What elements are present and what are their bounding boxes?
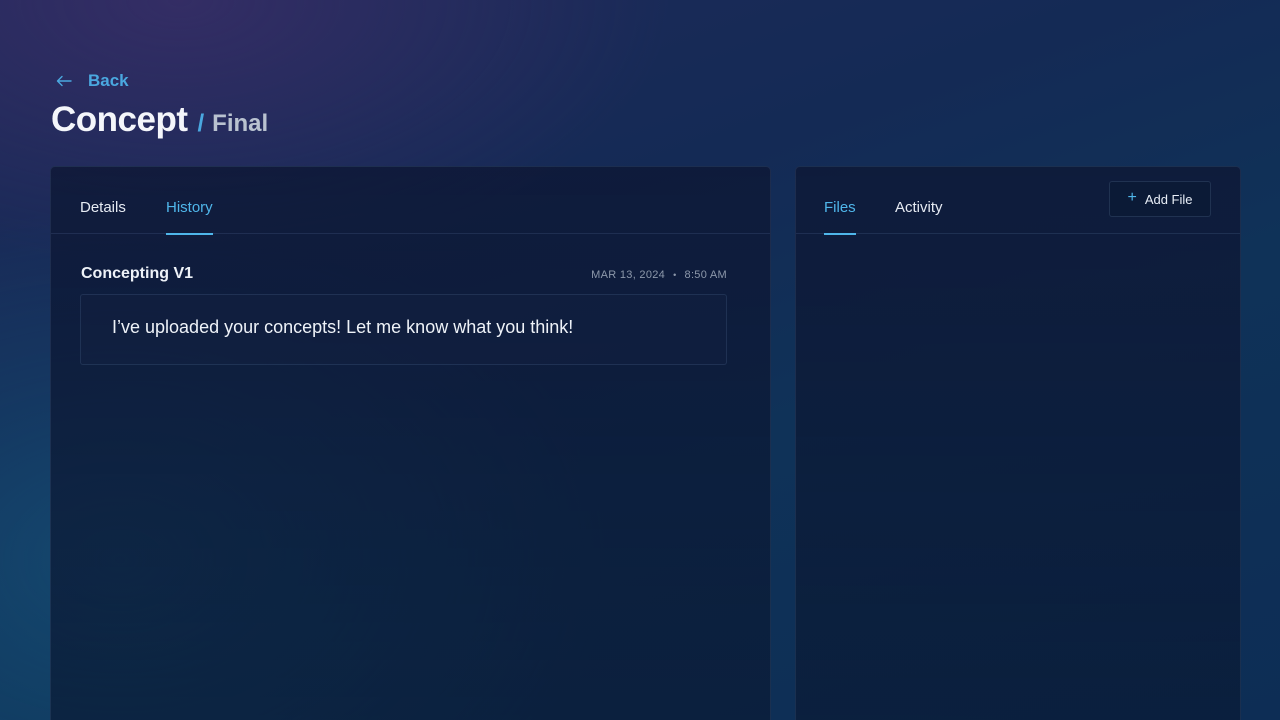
left-tab-bar: Details History (51, 167, 770, 235)
history-entry-date: MAR 13, 2024 (591, 269, 666, 281)
right-tab-bar: Files Activity + Add File (796, 167, 1240, 235)
history-entry-timestamp: MAR 13, 2024 • 8:50 AM (591, 269, 727, 281)
history-panel: Details History Concepting V1 MAR 13, 20… (50, 166, 771, 720)
back-label: Back (88, 71, 129, 90)
page-title: Concept / Final (51, 100, 268, 140)
page-title-main: Concept (51, 100, 188, 139)
title-separator: / (197, 110, 205, 137)
tab-files[interactable]: Files (824, 199, 856, 235)
add-file-label: Add File (1144, 191, 1193, 207)
files-panel: Files Activity + Add File (795, 166, 1241, 720)
tab-activity[interactable]: Activity (895, 199, 943, 233)
bullet-separator-icon: • (673, 270, 677, 280)
history-message-card: I’ve uploaded your concepts! Let me know… (80, 294, 727, 365)
tab-history[interactable]: History (166, 199, 213, 235)
history-message-text: I’ve uploaded your concepts! Let me know… (112, 317, 574, 337)
back-link[interactable]: Back (56, 70, 129, 92)
history-entry-time: 8:50 AM (684, 269, 727, 281)
tab-details[interactable]: Details (80, 199, 126, 233)
plus-icon: + (1127, 189, 1137, 206)
page-title-sub: Final (212, 110, 269, 137)
history-entry-title: Concepting V1 (81, 265, 194, 282)
arrow-left-icon (56, 70, 74, 92)
add-file-button[interactable]: + Add File (1109, 181, 1211, 217)
